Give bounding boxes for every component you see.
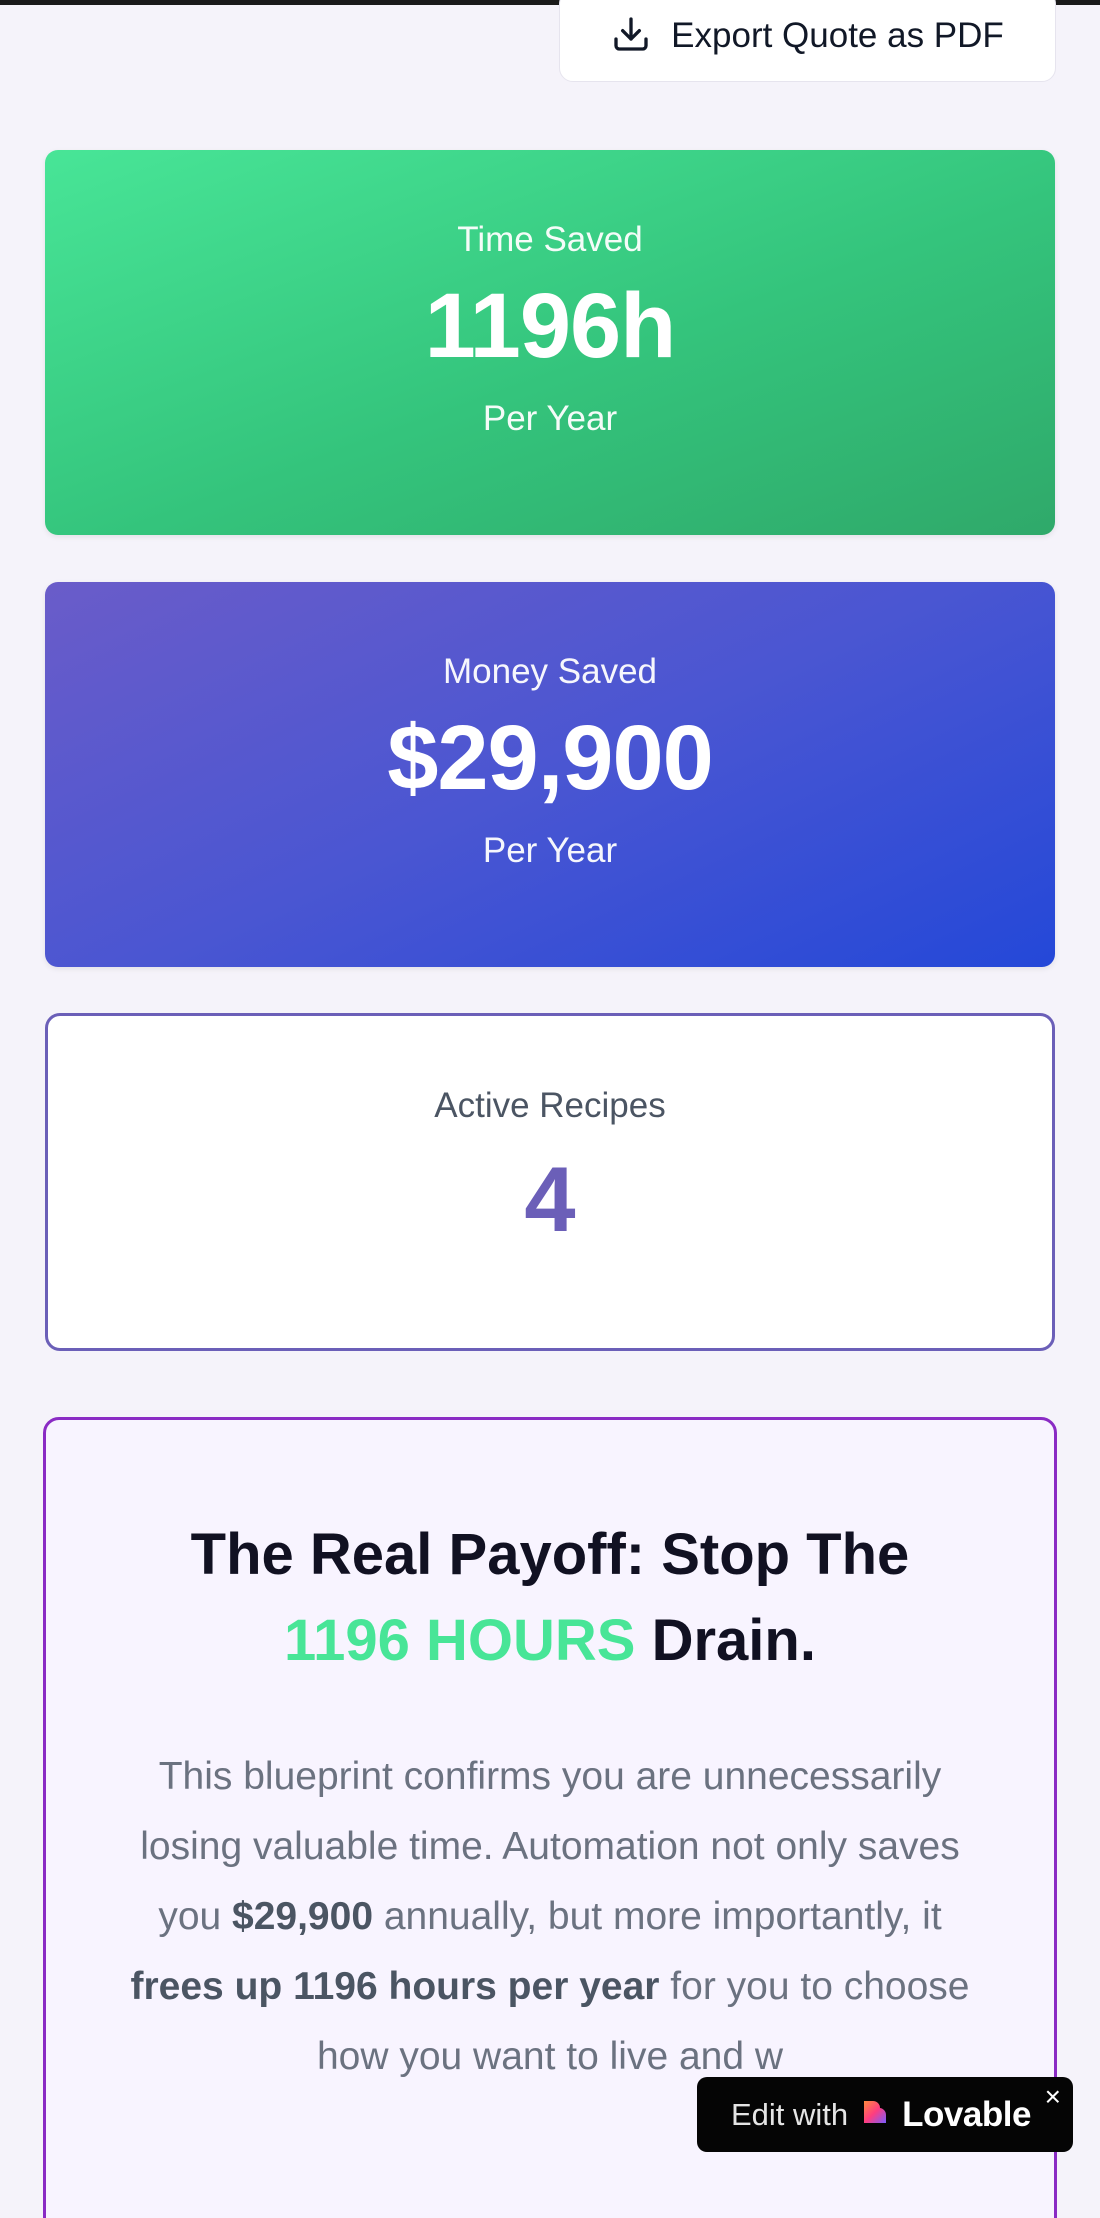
money-saved-period: Per Year — [482, 830, 618, 870]
payoff-body-money: $29,900 — [232, 1895, 374, 1938]
time-saved-card: Time Saved 1196h Per Year — [45, 150, 1055, 535]
lovable-heart-icon — [860, 2097, 890, 2132]
payoff-title-highlight: 1196 HOURS — [284, 1608, 636, 1673]
badge-prefix: Edit with — [731, 2096, 849, 2132]
close-icon[interactable]: × — [1045, 2083, 1061, 2111]
money-saved-card: Money Saved $29,900 Per Year — [45, 582, 1055, 967]
badge-brand: Lovable — [902, 2094, 1031, 2134]
page: Export Quote as PDF Time Saved 1196h Per… — [0, 0, 1100, 2218]
payoff-body-hours: frees up 1196 hours per year — [130, 1965, 660, 2008]
export-quote-pdf-button[interactable]: Export Quote as PDF — [559, 0, 1056, 82]
active-recipes-value: 4 — [524, 1149, 576, 1251]
payoff-title-part-a: The Real Payoff: Stop The — [190, 1522, 910, 1587]
download-icon — [611, 14, 651, 59]
money-saved-value: $29,900 — [387, 707, 714, 809]
time-saved-period: Per Year — [482, 398, 618, 438]
money-saved-label: Money Saved — [442, 652, 658, 691]
edit-with-lovable-badge[interactable]: Edit with Lovable × — [697, 2077, 1073, 2152]
time-saved-label: Time Saved — [457, 220, 643, 259]
payoff-title-part-b: Drain. — [651, 1608, 816, 1673]
active-recipes-label: Active Recipes — [434, 1086, 666, 1125]
payoff-body-text-2: annually, but more importantly, it — [373, 1895, 942, 1938]
active-recipes-card: Active Recipes 4 — [45, 1013, 1055, 1351]
payoff-title: The Real Payoff: Stop The 1196 HOURS Dra… — [46, 1512, 1054, 1684]
payoff-body: This blueprint confirms you are unnecess… — [115, 1742, 985, 2092]
time-saved-value: 1196h — [424, 275, 677, 377]
export-button-label: Export Quote as PDF — [671, 16, 1004, 55]
